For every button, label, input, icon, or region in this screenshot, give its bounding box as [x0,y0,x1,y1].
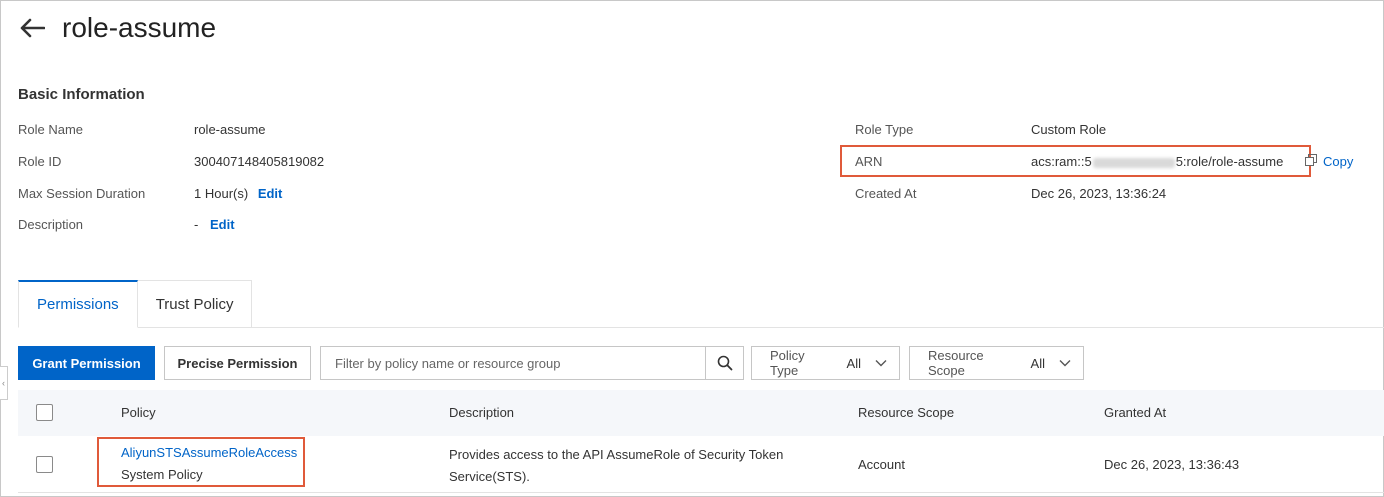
arn-prefix: acs:ram::5 [1031,154,1092,169]
tab-permissions[interactable]: Permissions [18,280,138,328]
page-title: role-assume [62,12,217,43]
created-at-value: Dec 26, 2023, 13:36:24 [1031,186,1167,201]
edit-session-link[interactable]: Edit [258,186,283,201]
resource-scope-value: All [1030,355,1045,371]
role-name-value: role-assume [194,122,266,137]
arn-label: ARN [855,154,883,169]
column-header-resource-scope: Resource Scope [858,405,955,420]
arn-suffix: 5:role/role-assume [1175,154,1284,169]
tab-bar: Permissions Trust Policy [18,280,253,328]
max-session-duration: 1 Hour(s) [194,186,249,201]
row-checkbox[interactable] [36,456,53,473]
table-header [18,390,1384,436]
side-panel-toggle[interactable]: ‹ [0,366,8,400]
copy-arn-link[interactable]: Copy [1323,154,1353,169]
created-at-label: Created At [855,186,917,201]
grant-permission-button[interactable]: Grant Permission [18,346,155,380]
description-text: - [194,217,199,232]
role-type-label: Role Type [855,122,914,137]
row-divider [18,492,1384,493]
column-header-granted-at: Granted At [1104,405,1167,420]
policy-type-dropdown[interactable]: Policy Type All [751,346,900,380]
policy-type-text: System Policy [121,467,203,482]
max-session-value: 1 Hour(s) Edit [194,186,282,201]
copy-icon[interactable] [1305,153,1317,166]
policy-description-line1: Provides access to the API AssumeRole of… [449,447,784,462]
policy-type-value: All [846,355,861,371]
policy-name-link[interactable]: AliyunSTSAssumeRoleAccess [121,445,297,460]
search-icon[interactable] [705,347,743,379]
role-name-label: Role Name [18,122,84,137]
page-header: role-assume [18,10,216,46]
policy-type-label: Policy Type [770,348,805,378]
granted-at-cell: Dec 26, 2023, 13:36:43 [1104,457,1240,472]
description-value: - Edit [194,217,235,232]
policy-search-input[interactable] [321,347,705,379]
description-label: Description [18,217,84,232]
role-id-label: Role ID [18,154,62,169]
column-header-description: Description [449,405,515,420]
role-id-value: 300407148405819082 [194,154,325,169]
resource-scope-dropdown[interactable]: Resource Scope All [909,346,1084,380]
redacted-account-id [1092,157,1175,168]
resource-scope-cell: Account [858,457,905,472]
policy-description-line2: Service(STS). [449,469,530,484]
tab-trust-policy[interactable]: Trust Policy [137,280,253,328]
column-header-policy: Policy [121,405,156,420]
role-type-value: Custom Role [1031,122,1107,137]
precise-permission-button[interactable]: Precise Permission [164,346,311,380]
chevron-down-icon [875,359,887,367]
back-arrow-icon[interactable] [18,14,46,42]
policy-search [320,346,744,380]
select-all-checkbox[interactable] [36,404,53,421]
arn-value: acs:ram::5 5:role/role-assume [1031,154,1283,169]
chevron-down-icon [1059,359,1071,367]
edit-description-link[interactable]: Edit [210,217,235,232]
basic-info-title: Basic Information [18,86,145,103]
max-session-label: Max Session Duration [18,186,146,201]
resource-scope-label: Resource Scope [928,348,984,378]
